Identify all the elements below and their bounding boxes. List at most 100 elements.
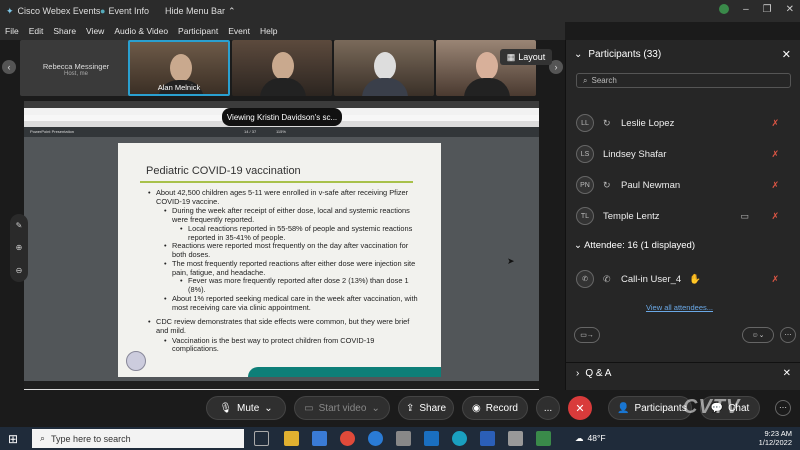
menu-share[interactable]: Share [53, 26, 76, 36]
mic-muted-icon[interactable]: ✗ [771, 118, 779, 129]
avatar[interactable] [719, 4, 730, 14]
menu-edit[interactable]: Edit [29, 26, 44, 36]
zoom-level: 115% [276, 129, 286, 134]
mic-muted-icon[interactable]: ✗ [771, 180, 779, 191]
event-info-label: Event Info [108, 6, 149, 16]
reactions-button[interactable]: ☺⌄ [742, 327, 774, 343]
pdf-toolbar: PowerPoint Presentation 14 / 37 115% [24, 127, 539, 137]
app-icon[interactable] [508, 431, 523, 446]
pointer-icon[interactable]: ✎ [16, 221, 23, 230]
chrome-icon[interactable] [340, 431, 355, 446]
avatar: TL [576, 207, 594, 225]
bullet: About 1% reported seeking medical care i… [164, 294, 418, 312]
title-bar: ✦ Cisco Webex Events ● Event Info Hide Men… [0, 0, 800, 22]
hide-menu-bar-label: Hide Menu Bar [165, 6, 226, 16]
participant-name: Leslie Lopez [621, 117, 675, 129]
page-indicator: 14 / 37 [244, 129, 257, 134]
chevron-right-icon: › [576, 368, 580, 379]
chevron-left-icon[interactable]: ‹ [2, 60, 16, 74]
word-icon[interactable] [480, 431, 495, 446]
participant-row[interactable]: LS Lindsey Shafar ✗ [576, 143, 791, 165]
share-to-panel-button[interactable]: ▭→ [574, 327, 600, 343]
chevron-down-icon: ⌄ [574, 48, 583, 60]
webex-logo-icon: ✦ [6, 5, 14, 16]
participants-header[interactable]: ⌄ Participants (33) ✕ [566, 40, 800, 68]
more-options-button[interactable]: ... [536, 396, 560, 420]
minimize-icon[interactable]: – [743, 4, 749, 15]
windows-start-icon[interactable]: ⊞ [8, 432, 18, 446]
participants-button[interactable]: 👤 Participants [608, 396, 692, 420]
mic-muted-icon[interactable]: ✗ [771, 149, 779, 160]
end-meeting-button[interactable]: ✕ [568, 396, 592, 420]
mic-muted-icon[interactable]: ✗ [771, 274, 779, 285]
menu-file[interactable]: File [5, 26, 19, 36]
task-view-icon[interactable] [254, 431, 269, 446]
host-role: Host, me [63, 71, 88, 77]
video-tile-active-speaker[interactable]: Alan Melnick [128, 40, 230, 96]
system-clock[interactable]: 9:23 AM 1/12/2022 [759, 429, 792, 447]
video-tile-host[interactable]: Rebecca Messinger Host, me [20, 40, 132, 96]
mic-muted-icon[interactable]: ✗ [771, 211, 779, 222]
video-tile[interactable] [334, 40, 434, 96]
search-icon: ⌕ [40, 433, 46, 443]
attendee-row[interactable]: ✆ ✆ Call-in User_4 ✋ ✗ [576, 268, 791, 290]
search-input[interactable]: ⌕ Search [576, 73, 791, 88]
restore-icon[interactable]: ❐ [763, 4, 772, 15]
attendee-title: Attendee: 16 (1 displayed) [584, 240, 695, 251]
record-button[interactable]: ◉ Record [462, 396, 528, 420]
app-icon[interactable] [396, 431, 411, 446]
avatar: PN [576, 176, 594, 194]
outlook-icon[interactable] [424, 431, 439, 446]
mute-button[interactable]: 🎙 Mute ⌄ [206, 396, 286, 420]
video-tile[interactable] [232, 40, 332, 96]
edge-icon[interactable] [452, 431, 467, 446]
bullet: During the week after receipt of either … [164, 206, 418, 224]
share-label: Share [419, 402, 447, 414]
internet-explorer-icon[interactable] [368, 431, 383, 446]
close-icon[interactable]: ✕ [786, 4, 794, 15]
qa-header[interactable]: › Q & A ✕ [566, 362, 800, 384]
layout-button[interactable]: ▦ Layout [500, 49, 552, 65]
start-video-button[interactable]: ▭ Start video ⌄ [294, 396, 390, 420]
menu-help[interactable]: Help [260, 26, 277, 36]
taskbar-search-input[interactable]: ⌕ Type here to search [32, 429, 244, 448]
webex-icon[interactable] [536, 431, 551, 446]
more-panels-icon[interactable]: ⋯ [775, 400, 791, 416]
taskbar-search-placeholder: Type here to search [51, 433, 131, 444]
zoom-out-icon[interactable]: ⊖ [16, 266, 23, 275]
participant-row[interactable]: PN ↻ Paul Newman ✗ [576, 174, 791, 196]
hide-menu-bar-button[interactable]: Hide Menu Bar ⌃ [165, 6, 236, 17]
view-all-attendees-link[interactable]: View all attendees... [646, 303, 713, 312]
shared-taskbar [24, 381, 539, 389]
bullet: The most frequently reported reactions a… [164, 259, 418, 277]
bullet: Vaccination is the best way to protect c… [164, 336, 418, 354]
menu-audio-video[interactable]: Audio & Video [114, 26, 168, 36]
menu-bar: File Edit Share View Audio & Video Parti… [0, 22, 565, 40]
menu-view[interactable]: View [86, 26, 104, 36]
more-options-icon[interactable]: ⋯ [780, 327, 796, 343]
share-icon: ⇪ [405, 402, 415, 414]
menu-event[interactable]: Event [228, 26, 250, 36]
app-title: Cisco Webex Events [17, 6, 101, 16]
file-explorer-icon[interactable] [284, 431, 299, 446]
mail-icon[interactable] [312, 431, 327, 446]
participant-row[interactable]: TL Temple Lentz ▭ ✗ [576, 205, 791, 227]
chevron-up-icon: ⌃ [228, 5, 236, 16]
weather-widget[interactable]: ☁ 48°F [575, 433, 606, 444]
participants-panel: ⌄ Participants (33) ✕ ⌕ Search LL ↻ Lesli… [565, 40, 800, 390]
slide-footer-wave [248, 367, 441, 377]
share-button[interactable]: ⇪ Share [398, 396, 454, 420]
video-off-icon: ▭ [304, 402, 314, 414]
bullet: Local reactions reported in 55-58% of pe… [180, 224, 418, 242]
record-label: Record [485, 402, 518, 414]
attendee-header[interactable]: ⌄ Attendee: 16 (1 displayed) [574, 240, 695, 251]
search-icon: ⌕ [583, 75, 588, 85]
event-info-button[interactable]: ● Event Info [100, 6, 149, 16]
avatar: LS [576, 145, 594, 163]
participant-row[interactable]: LL ↻ Leslie Lopez ✗ [576, 112, 791, 134]
cursor-icon: ➤ [507, 256, 515, 266]
close-icon[interactable]: ✕ [783, 368, 791, 379]
menu-participant[interactable]: Participant [178, 26, 218, 36]
zoom-in-icon[interactable]: ⊕ [16, 243, 23, 252]
close-icon[interactable]: ✕ [782, 48, 791, 61]
